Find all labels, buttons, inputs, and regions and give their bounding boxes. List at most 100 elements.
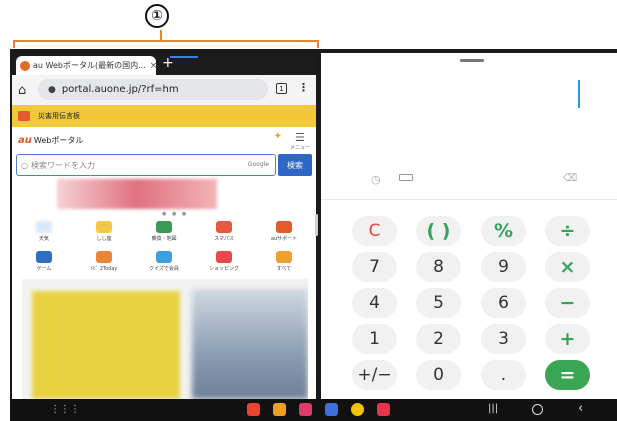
key-digit[interactable]: 0 — [416, 360, 461, 390]
shortcut-item[interactable]: ショッピング — [194, 249, 254, 279]
key-digit[interactable]: 8 — [416, 252, 461, 282]
key-digit[interactable]: 6 — [481, 288, 526, 318]
key-eq[interactable]: = — [545, 360, 590, 390]
shortcut-item[interactable]: すべて — [254, 249, 314, 279]
key-op[interactable]: % — [481, 216, 526, 246]
url-text: portal.auone.jp/?rf=hm — [61, 84, 179, 95]
tab-switcher-button[interactable]: 1 — [276, 83, 287, 94]
shortcut-label: クイズで会員 — [149, 266, 179, 272]
tab-strip: au Webポータル(最新の国内... × + — [12, 53, 316, 75]
search-icon: ○ — [21, 160, 28, 170]
shortcut-label: auサポート — [270, 236, 298, 242]
shortcut-label: 乗換・地図 — [151, 236, 177, 242]
all-icon — [276, 251, 292, 263]
split-bracket — [13, 40, 319, 48]
weather-icon — [36, 221, 52, 233]
shortcut-item[interactable]: 天気 — [14, 219, 74, 249]
portal-name: Webポータル — [33, 135, 84, 145]
app-pink-icon[interactable] — [299, 403, 312, 416]
navigation-bar: ⋮⋮⋮ ||| ‹ — [10, 399, 617, 421]
shortcut-item[interactable]: 乗換・地図 — [134, 219, 194, 249]
topics-icon — [96, 251, 112, 263]
shortcut-item[interactable]: しし座 — [74, 219, 134, 249]
shortcut-label: すべて — [276, 266, 292, 272]
shortcut-label: 天気 — [38, 236, 49, 242]
shortcut-grid: 天気 しし座 乗換・地図 スマパス auサポートゲーム ﾄﾋﾟ 2Today クイズで会員 シ… — [14, 219, 314, 279]
shortcut-item[interactable]: ﾄﾋﾟ 2Today — [74, 249, 134, 279]
ad-image-right — [192, 289, 308, 399]
search-button[interactable]: 検索 — [278, 154, 312, 176]
key-digit[interactable]: 1 — [352, 324, 397, 354]
browser-menu-icon[interactable]: ⋮ — [298, 81, 309, 94]
tab-indicator — [170, 56, 198, 58]
key-op[interactable]: ( ) — [416, 216, 461, 246]
keypad: C ( )% ÷ 7 8 9 × 4 5 6− 1 2 3 + +/− 0. = — [321, 53, 617, 399]
shortcut-label: しし座 — [96, 236, 112, 242]
chrome-icon[interactable] — [351, 403, 364, 416]
shopping-icon — [216, 251, 232, 263]
menu-label: メニュー — [289, 145, 310, 151]
key-digit[interactable]: 7 — [352, 252, 397, 282]
key-digit[interactable]: . — [481, 360, 526, 390]
quiz-icon — [156, 251, 172, 263]
carousel-banner[interactable] — [57, 179, 217, 209]
google-mark: Google — [247, 161, 269, 168]
portal-header-icons: ✦ ☰ メニュー — [274, 131, 310, 151]
portal-header: au Webポータル ✦ ☰ メニュー — [12, 129, 316, 151]
key-op[interactable]: × — [545, 252, 590, 282]
camera-icon[interactable] — [377, 403, 390, 416]
calculator-pane: ◷ ⌫ C( )% ÷ 7 8 9 × 4 5 6−1 2 3 + +/− 0. = — [321, 53, 617, 399]
favicon-icon — [20, 60, 30, 71]
callout-number: ① — [145, 4, 169, 28]
train-icon — [156, 221, 172, 233]
game-icon — [36, 251, 52, 263]
shortcut-item[interactable]: クイズで会員 — [134, 249, 194, 279]
search-input[interactable]: ○ 検索ワードを入力 Google — [16, 154, 276, 176]
banner-logo-icon — [18, 111, 30, 121]
app-blue-icon[interactable] — [325, 403, 338, 416]
ad-banner[interactable] — [22, 279, 308, 399]
shortcut-label: スマパス — [214, 236, 234, 242]
search-placeholder: 検索ワードを入力 — [30, 160, 95, 170]
au-logo[interactable]: au — [18, 135, 32, 146]
app-red-icon[interactable] — [247, 403, 260, 416]
home-icon[interactable]: ⌂ — [18, 83, 26, 98]
url-bar[interactable]: ● portal.auone.jp/?rf=hm — [38, 79, 268, 100]
key-op[interactable]: ÷ — [545, 216, 590, 246]
browser-tab[interactable]: au Webポータル(最新の国内... × — [16, 56, 156, 75]
smartpass-icon — [216, 221, 232, 233]
tab-title: au Webポータル(最新の国内... — [33, 61, 146, 70]
browser-toolbar: ⌂ ● portal.auone.jp/?rf=hm 1 ⋮ — [12, 75, 316, 105]
key-digit[interactable]: +/− — [352, 360, 397, 390]
recent-apps-icon[interactable]: ||| — [488, 403, 498, 414]
key-digit[interactable]: 2 — [416, 324, 461, 354]
site-info-icon[interactable]: ● — [48, 85, 56, 95]
ad-image-left — [32, 291, 180, 399]
back-icon[interactable]: ‹ — [578, 401, 583, 416]
key-digit[interactable]: 9 — [481, 252, 526, 282]
app-dock — [10, 399, 617, 421]
shortcut-label: ﾄﾋﾟ 2Today — [90, 266, 118, 272]
banner-text: 災害用伝言板 — [38, 112, 80, 120]
promo-icon[interactable]: ✦ — [274, 131, 282, 151]
key-clear[interactable]: C — [352, 216, 397, 246]
menu-icon[interactable]: ☰ メニュー — [290, 131, 310, 151]
key-op[interactable]: − — [545, 288, 590, 318]
shortcut-label: ゲーム — [36, 266, 52, 272]
shortcut-item[interactable]: auサポート — [254, 219, 314, 249]
key-digit[interactable]: 5 — [416, 288, 461, 318]
key-digit[interactable]: 3 — [481, 324, 526, 354]
disaster-banner[interactable]: 災害用伝言板 — [12, 105, 316, 127]
tab-close-icon[interactable]: × — [150, 61, 156, 71]
split-divider-handle[interactable] — [315, 214, 318, 236]
app-orange-icon[interactable] — [273, 403, 286, 416]
carousel-dots: ● ● ● — [162, 211, 189, 217]
key-digit[interactable]: 4 — [352, 288, 397, 318]
key-op[interactable]: + — [545, 324, 590, 354]
shortcut-label: ショッピング — [208, 266, 239, 272]
support-icon — [276, 221, 292, 233]
shortcut-item[interactable]: スマパス — [194, 219, 254, 249]
shortcut-item[interactable]: ゲーム — [14, 249, 74, 279]
browser-pane: au Webポータル(最新の国内... × + ⌂ ● portal.auone… — [12, 53, 316, 399]
home-button-icon[interactable] — [532, 404, 543, 415]
